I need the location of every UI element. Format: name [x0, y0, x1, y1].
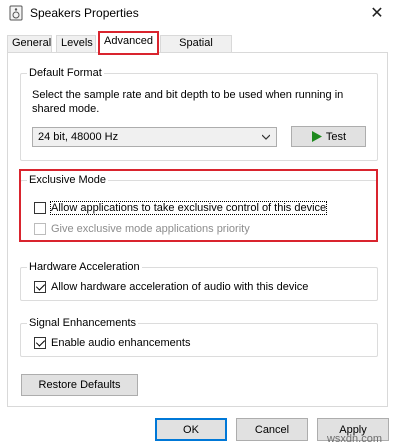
audio-enhancements-checkbox[interactable] [34, 337, 46, 349]
tab-general[interactable]: General [7, 35, 52, 52]
cancel-button[interactable]: Cancel [236, 418, 308, 441]
sample-rate-select[interactable]: 24 bit, 48000 Hz [32, 127, 277, 147]
tab-spatial-sound[interactable]: Spatial sound [160, 35, 232, 64]
title-bar: Speakers Properties ✕ [0, 0, 394, 28]
signal-enhancements-group: Signal Enhancements Enable audio enhance… [20, 317, 378, 357]
test-button-label: Test [325, 130, 347, 143]
chevron-down-icon [262, 134, 270, 140]
hardware-acceleration-checkbox[interactable] [34, 281, 46, 293]
highlight-box-tab [98, 31, 159, 55]
ok-button[interactable]: OK [155, 418, 227, 441]
hardware-acceleration-group: Hardware Acceleration Allow hardware acc… [20, 261, 378, 301]
tab-strip: General Levels Advanced Spatial sound [0, 29, 394, 64]
close-icon: ✕ [370, 5, 384, 22]
close-button[interactable]: ✕ [360, 0, 394, 26]
window-title: Speakers Properties [30, 6, 139, 20]
watermark-text: wsxdn.com [326, 433, 382, 445]
hardware-acceleration-label: Allow hardware acceleration of audio wit… [51, 281, 309, 293]
tab-levels[interactable]: Levels [56, 35, 96, 52]
highlight-box-exclusive-mode [19, 169, 378, 242]
speaker-icon [9, 5, 23, 21]
test-button[interactable]: Test [291, 126, 366, 147]
hardware-acceleration-legend: Hardware Acceleration [27, 261, 142, 273]
hardware-acceleration-option[interactable]: Allow hardware acceleration of audio wit… [34, 281, 308, 293]
restore-defaults-button[interactable]: Restore Defaults [21, 374, 138, 396]
default-format-description: Select the sample rate and bit depth to … [32, 89, 344, 115]
audio-enhancements-label: Enable audio enhancements [51, 337, 191, 349]
default-format-group: Default Format Select the sample rate an… [20, 67, 378, 161]
default-format-legend: Default Format [27, 67, 104, 79]
play-icon [311, 131, 322, 142]
audio-enhancements-option[interactable]: Enable audio enhancements [34, 337, 190, 349]
sample-rate-value: 24 bit, 48000 Hz [38, 131, 119, 143]
signal-enhancements-legend: Signal Enhancements [27, 317, 139, 329]
